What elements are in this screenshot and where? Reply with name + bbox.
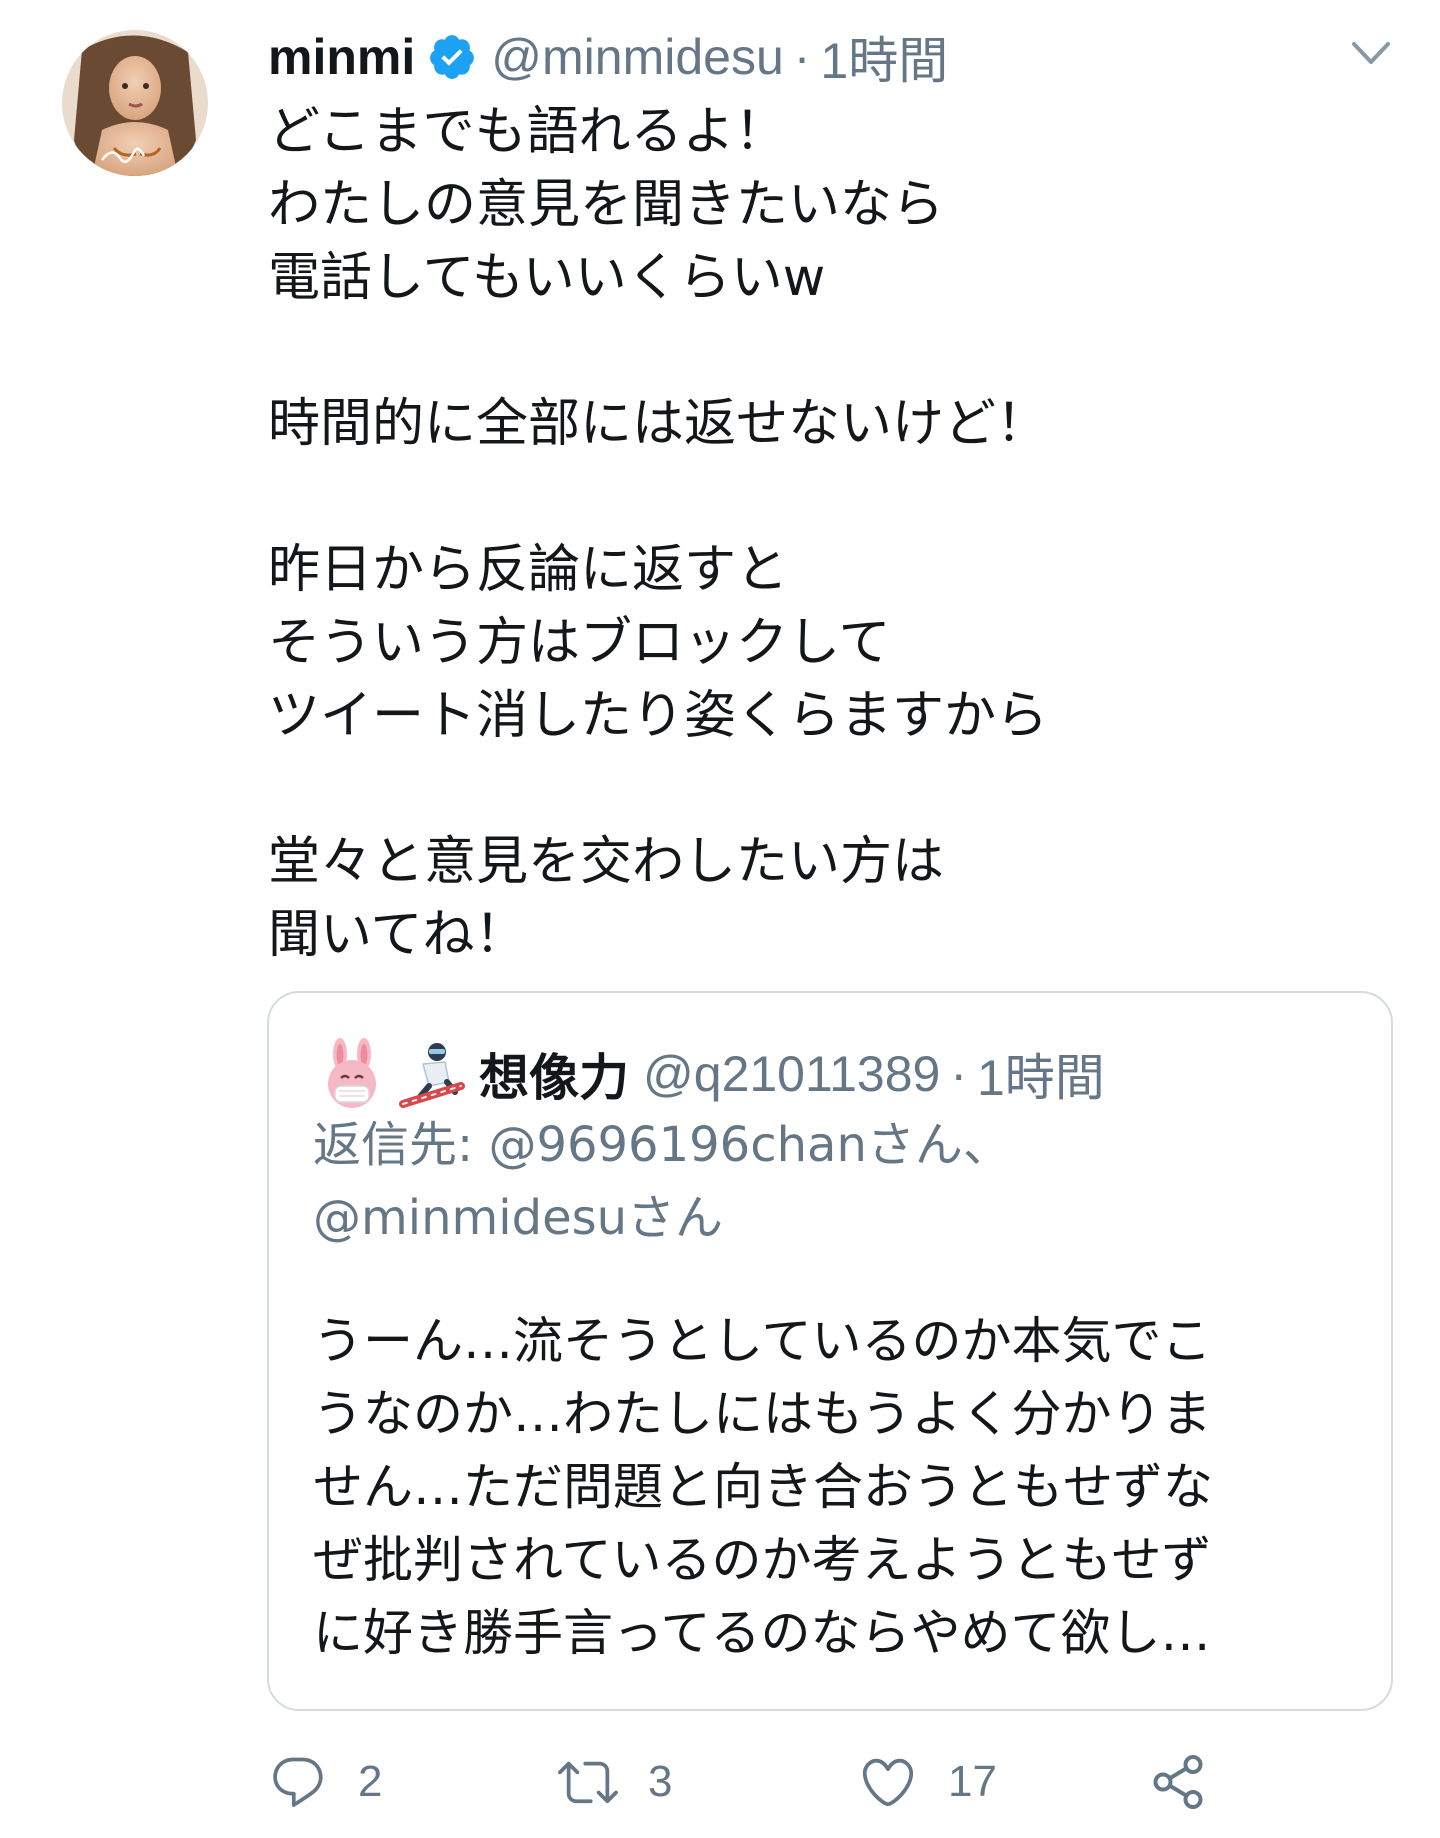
heart-icon [858, 1752, 918, 1812]
reply-suffix: さん [627, 1190, 724, 1246]
timestamp[interactable]: 1時間 [820, 21, 948, 93]
retweet-count: 3 [648, 1757, 673, 1806]
tweet-text-line: ツイート消したり姿くらますから [268, 686, 1049, 746]
tweet-text: どこまでも語れるよ！ わたしの意見を聞きたいなら 電話してもいいくらいw 時間的… [268, 96, 1388, 972]
share-icon [1148, 1752, 1208, 1812]
quoted-text-line: せん…ただ問題と向き合おうともせずな [313, 1458, 1213, 1516]
reply-count: 2 [358, 1757, 383, 1806]
retweet-icon [558, 1752, 618, 1812]
share-button[interactable] [1148, 1752, 1208, 1812]
reply-button[interactable]: 2 [268, 1752, 382, 1812]
rabbit-mask-emoji-icon [319, 1038, 385, 1110]
like-button[interactable]: 17 [858, 1752, 997, 1812]
reply-suffix: さん、 [866, 1117, 1011, 1173]
mention-link[interactable]: @minmidesu [313, 1190, 627, 1246]
mention-link[interactable]: @9696196chan [488, 1117, 866, 1173]
separator-dot: · [793, 29, 811, 85]
quoted-timestamp: 1時間 [976, 1050, 1105, 1106]
tweet: minmi @minmidesu · 1時間 どこまでも語れるよ！ わたしの意見… [0, 0, 1440, 1838]
quoted-text-line: うなのか…わたしにはもうよく分かりま [313, 1385, 1212, 1443]
quoted-text-line: に好き勝手言ってるのならやめて欲し… [313, 1604, 1211, 1662]
display-name[interactable]: minmi [268, 28, 415, 86]
chevron-down-icon[interactable] [1348, 36, 1394, 70]
tweet-text-line: 時間的に全部には返せないけど！ [268, 394, 1049, 454]
tweet-text-line [268, 753, 1388, 826]
tweet-text-line [268, 461, 1388, 534]
quoted-handle: @q21011389 [643, 1046, 941, 1102]
reply-icon [268, 1752, 328, 1812]
quoted-text-line: うーん…流そうとしているのか本気でこ [313, 1312, 1212, 1370]
reply-context-line: 返信先: @9696196chanさん、 [313, 1109, 1353, 1182]
tweet-header: minmi @minmidesu · 1時間 [268, 22, 948, 92]
tweet-text-line: 昨日から反論に返すと [268, 540, 789, 600]
tweet-text-line: 聞いてね！ [268, 905, 527, 965]
tweet-text-line: 堂々と意見を交わしたい方は [268, 832, 945, 892]
quoted-tweet-text: うーん…流そうとしているのか本気でこ うなのか…わたしにはもうよく分かりま せん… [313, 1305, 1363, 1670]
quoted-tweet[interactable]: 想像力 @q21011389 · 1時間 返信先: @9696196chanさん… [267, 991, 1393, 1711]
tweet-text-line [268, 315, 1388, 388]
separator-dot: · [950, 1046, 967, 1102]
reply-prefix: 返信先: [313, 1117, 489, 1173]
retweet-button[interactable]: 3 [558, 1752, 672, 1812]
reply-context: 返信先: @9696196chanさん、 @minmidesuさん [313, 1109, 1353, 1255]
tweet-text-line: わたしの意見を聞きたいなら [268, 175, 945, 235]
reply-context-line: @minmidesuさん [313, 1182, 1353, 1255]
avatar[interactable] [62, 30, 208, 176]
like-count: 17 [948, 1757, 997, 1806]
quoted-tweet-header: 想像力 @q21011389 · 1時間 [319, 1033, 1105, 1115]
snowboarder-emoji-icon [399, 1038, 465, 1110]
verified-badge-icon [427, 32, 477, 82]
tweet-text-line: どこまでも語れるよ！ [268, 102, 787, 162]
quoted-text-line: ぜ批判されているのか考えようともせず [313, 1531, 1212, 1589]
tweet-text-line: 電話してもいいくらいw [268, 248, 826, 308]
quoted-display-name: 想像力 [479, 1049, 629, 1107]
action-bar: 2 3 17 [268, 1752, 1388, 1812]
tweet-text-line: そういう方はブロックして [268, 613, 891, 673]
handle[interactable]: @minmidesu [491, 28, 784, 86]
